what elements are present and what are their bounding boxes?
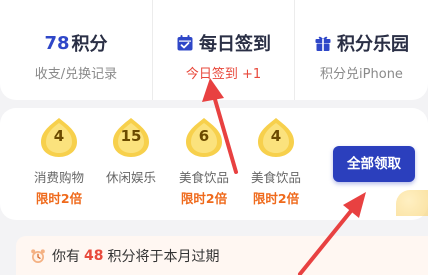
claim-all-button[interactable]: 全部领取 [333,146,415,182]
reward-points: 6 [198,127,210,145]
coin-icon: 6 [184,116,224,158]
decorative-coin-icon [396,190,428,216]
gift-icon [314,34,332,52]
daily-checkin-title: 每日签到 [199,34,271,55]
coin-icon: 4 [39,116,79,158]
task-label: 消费购物 [33,170,84,185]
points-summary-card: 78 积分 收支/兑换记录 每日签到 今日签到 +1 积分乐园 积分兑iPhon… [0,0,428,100]
points-mall-subtitle: 积分兑iPhone [320,67,403,82]
reward-points: 15 [120,127,142,145]
reward-points: 4 [53,127,65,145]
points-balance-stat[interactable]: 78 积分 收支/兑换记录 [0,0,152,100]
coin-icon: 4 [256,116,296,158]
reward-task[interactable]: 15 休闲娱乐 [95,116,167,188]
calendar-check-icon [176,34,194,52]
points-mall-title-row: 积分乐园 [295,30,428,56]
points-mall-stat[interactable]: 积分乐园 积分兑iPhone [294,0,428,100]
task-badge: 限时2倍 [35,191,83,206]
task-label: 休闲娱乐 [105,170,156,185]
reward-task[interactable]: 4 消费购物 限时2倍 [23,116,95,207]
alarm-clock-icon [30,248,46,264]
expiry-notice[interactable]: 你有 48 积分将于本月过期 [16,236,428,275]
points-unit: 积分 [71,34,108,55]
daily-checkin-title-row: 每日签到 [153,30,294,56]
task-badge: 限时2倍 [180,191,228,206]
notice-suffix: 积分将于本月过期 [107,249,220,265]
transaction-records-link[interactable]: 收支/兑换记录 [0,63,152,82]
task-badge: 限时2倍 [252,191,300,206]
points-mall-title: 积分乐园 [337,34,409,55]
points-balance: 78 积分 [0,30,152,56]
expiry-notice-text: 你有 48 积分将于本月过期 [30,246,219,266]
checkin-status: 今日签到 +1 [185,67,262,82]
reward-points: 4 [270,127,282,145]
reward-task[interactable]: 4 美食饮品 限时2倍 [240,116,312,207]
points-number: 78 [44,32,70,54]
task-label: 美食饮品 [250,170,301,185]
reward-tasks-card: 4 消费购物 限时2倍 15 休闲娱乐 6 美食饮品 限时2倍 4 美食饮品 限… [0,108,428,220]
expiring-points: 48 [84,248,104,264]
task-label: 美食饮品 [178,170,229,185]
daily-checkin-stat[interactable]: 每日签到 今日签到 +1 [152,0,294,100]
coin-icon: 15 [111,116,151,158]
reward-task[interactable]: 6 美食饮品 限时2倍 [168,116,240,207]
notice-prefix: 你有 [52,249,80,265]
points-page: 78 积分 收支/兑换记录 每日签到 今日签到 +1 积分乐园 积分兑iPhon… [0,0,428,275]
